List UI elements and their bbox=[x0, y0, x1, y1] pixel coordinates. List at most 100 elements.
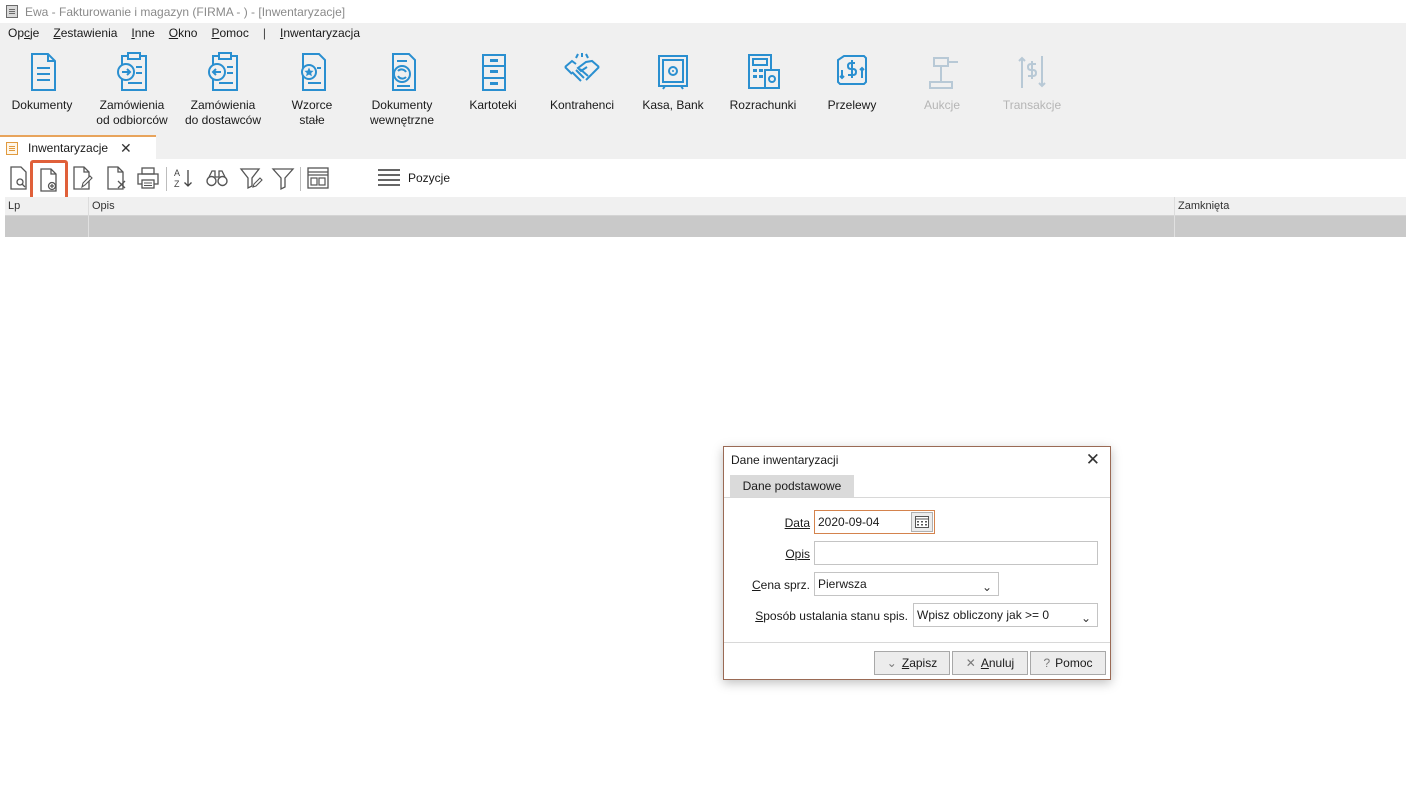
document-star-icon bbox=[301, 53, 326, 91]
sposob-value: Wpisz obliczony jak >= 0 bbox=[917, 608, 1050, 622]
filter-edit-button[interactable] bbox=[237, 164, 265, 192]
menu-inne[interactable]: Inne bbox=[131, 26, 154, 40]
ribbon-rozrachunki-label: Rozrachunki bbox=[729, 98, 797, 112]
menu-opcje[interactable]: Opcje bbox=[8, 26, 39, 40]
clipboard-arrow-in-icon bbox=[117, 52, 147, 91]
column-header-opis[interactable]: Opis bbox=[89, 197, 1175, 216]
ribbon-kontrahenci-label: Kontrahenci bbox=[549, 98, 615, 112]
ribbon: Dokumenty Zamówienia od odbiorców Zamówi… bbox=[0, 42, 1406, 132]
pozycje-label: Pozycje bbox=[408, 171, 451, 185]
menu-okno[interactable]: Okno bbox=[169, 26, 198, 40]
data-label: Data bbox=[784, 516, 810, 530]
search-button[interactable] bbox=[203, 164, 231, 192]
tab-dane-podstawowe[interactable]: Dane podstawowe bbox=[730, 475, 854, 497]
pozycje-button[interactable]: Pozycje bbox=[378, 167, 450, 189]
clipboard-arrow-out-icon bbox=[208, 52, 238, 91]
sort-az-icon: A Z bbox=[174, 168, 192, 189]
layout-button[interactable] bbox=[304, 164, 332, 192]
filing-cabinet-icon bbox=[482, 54, 506, 91]
close-icon: ✕ bbox=[965, 656, 976, 670]
document-cycle-icon bbox=[392, 53, 416, 91]
edit-button[interactable] bbox=[68, 164, 96, 192]
ribbon-przelewy-button[interactable]: Przelewy bbox=[823, 50, 881, 113]
filter-button[interactable] bbox=[269, 164, 297, 192]
ribbon-aukcje-button[interactable]: Aukcje bbox=[914, 50, 970, 113]
gavel-icon bbox=[929, 57, 958, 89]
calculator-money-icon bbox=[748, 54, 780, 89]
cena-label: Cena sprz. bbox=[751, 578, 810, 592]
dialog-close-icon[interactable]: ✕ bbox=[1086, 450, 1100, 470]
preview-button[interactable] bbox=[5, 164, 33, 192]
menu-pomoc[interactable]: Pomoc bbox=[211, 26, 248, 40]
data-date-field[interactable]: 2020-09-04 bbox=[814, 510, 935, 534]
ribbon-kartoteki-label: Kartoteki bbox=[469, 98, 517, 112]
help-icon: ? bbox=[1043, 656, 1051, 670]
dialog-title: Dane inwentaryzacji bbox=[731, 453, 839, 467]
add-button[interactable] bbox=[30, 160, 68, 200]
chevron-down-icon: ⌄ bbox=[981, 580, 992, 594]
opis-label: Opis bbox=[785, 547, 810, 561]
cena-row: Cena sprz. Pierwsza ⌄ bbox=[724, 572, 1110, 598]
svg-text:Z: Z bbox=[174, 179, 180, 189]
ribbon-wzorce-button[interactable]: Wzorce stałe bbox=[284, 50, 340, 128]
ribbon-dokumenty-wewnetrzne-button[interactable]: Dokumenty wewnętrzne bbox=[366, 50, 438, 128]
menu-inwentaryzacja[interactable]: Inwentaryzacja bbox=[280, 26, 360, 40]
document-edit-icon bbox=[73, 166, 93, 190]
column-header-lp[interactable]: Lp bbox=[5, 197, 89, 216]
table-cell bbox=[89, 216, 1175, 237]
ribbon-zamowienia-odbiorcow-button[interactable]: Zamówienia od odbiorców bbox=[94, 50, 170, 128]
grid-header: Lp Opis Zamknięta bbox=[5, 197, 1406, 216]
document-tab-strip: Inwentaryzacje ✕ bbox=[0, 132, 1406, 159]
check-chevron-icon: ⌄ bbox=[886, 656, 897, 670]
ribbon-dok-wew-label-1: Dokumenty bbox=[371, 98, 433, 112]
printer-icon bbox=[137, 167, 159, 189]
data-date-value: 2020-09-04 bbox=[818, 515, 880, 529]
tab-inwentaryzacje[interactable]: Inwentaryzacje ✕ bbox=[0, 135, 156, 159]
ribbon-wzorce-label-2: stałe bbox=[299, 113, 325, 127]
ribbon-zam-odb-label-1: Zamówienia bbox=[99, 98, 165, 112]
zapisz-button[interactable]: ⌄ Zapisz bbox=[874, 651, 950, 675]
print-button[interactable] bbox=[134, 164, 162, 192]
ribbon-transakcje-button[interactable]: Transakcje bbox=[1001, 50, 1063, 113]
title-bar: Ewa - Fakturowanie i magazyn (FIRMA - ) … bbox=[0, 0, 1406, 23]
dollar-transfer-icon bbox=[837, 55, 867, 85]
document-icon bbox=[31, 53, 56, 91]
ribbon-kartoteki-button[interactable]: Kartoteki bbox=[463, 50, 523, 113]
ribbon-zamowienia-dostawcow-button[interactable]: Zamówienia do dostawców bbox=[183, 50, 263, 128]
sposob-row: Sposób ustalania stanu spis. Wpisz oblic… bbox=[724, 603, 1110, 629]
ribbon-kasa-label: Kasa, Bank bbox=[642, 98, 704, 112]
window-layout-icon bbox=[307, 167, 329, 189]
sposob-select[interactable]: Wpisz obliczony jak >= 0 ⌄ bbox=[913, 603, 1098, 627]
anuluj-button[interactable]: ✕ Anuluj bbox=[952, 651, 1028, 675]
table-cell bbox=[1175, 216, 1406, 237]
tab-close-icon[interactable]: ✕ bbox=[120, 141, 132, 155]
window-title: Ewa - Fakturowanie i magazyn (FIRMA - ) … bbox=[25, 4, 346, 19]
handshake-icon bbox=[564, 53, 600, 82]
delete-button[interactable] bbox=[102, 164, 130, 192]
document-magnifier-icon bbox=[10, 166, 27, 190]
ribbon-dokumenty-label: Dokumenty bbox=[11, 98, 73, 112]
dialog-footer-divider bbox=[724, 642, 1110, 643]
ribbon-dokumenty-button[interactable]: Dokumenty bbox=[10, 50, 74, 113]
cena-select[interactable]: Pierwsza ⌄ bbox=[814, 572, 999, 596]
ribbon-zam-odb-label-2: od odbiorców bbox=[96, 113, 168, 127]
ribbon-kontrahenci-button[interactable]: Kontrahenci bbox=[546, 50, 618, 113]
menu-bar: Opcje Zestawienia Inne Okno Pomoc | Inwentaryz… bbox=[0, 23, 1406, 42]
column-header-zamknieta[interactable]: Zamknięta bbox=[1175, 197, 1406, 216]
document-delete-icon bbox=[107, 166, 126, 190]
dialog-tab-bar: Dane podstawowe bbox=[724, 474, 1110, 498]
ribbon-wzorce-label-1: Wzorce bbox=[291, 98, 333, 112]
opis-input[interactable] bbox=[814, 541, 1098, 565]
data-row: Data 2020-09-04 bbox=[724, 510, 1110, 536]
app-icon bbox=[6, 5, 18, 18]
calendar-button[interactable] bbox=[911, 512, 933, 532]
pomoc-button[interactable]: ? Pomoc bbox=[1030, 651, 1106, 675]
safe-icon bbox=[658, 55, 688, 90]
toolbar-separator bbox=[300, 167, 301, 191]
ribbon-kasa-bank-button[interactable]: Kasa, Bank bbox=[640, 50, 706, 113]
sort-button[interactable]: A Z bbox=[170, 164, 198, 192]
menu-separator: | bbox=[262, 25, 266, 40]
table-row[interactable] bbox=[5, 216, 1406, 237]
menu-zestawienia[interactable]: Zestawienia bbox=[53, 26, 117, 40]
ribbon-rozrachunki-button[interactable]: Rozrachunki bbox=[727, 50, 799, 113]
